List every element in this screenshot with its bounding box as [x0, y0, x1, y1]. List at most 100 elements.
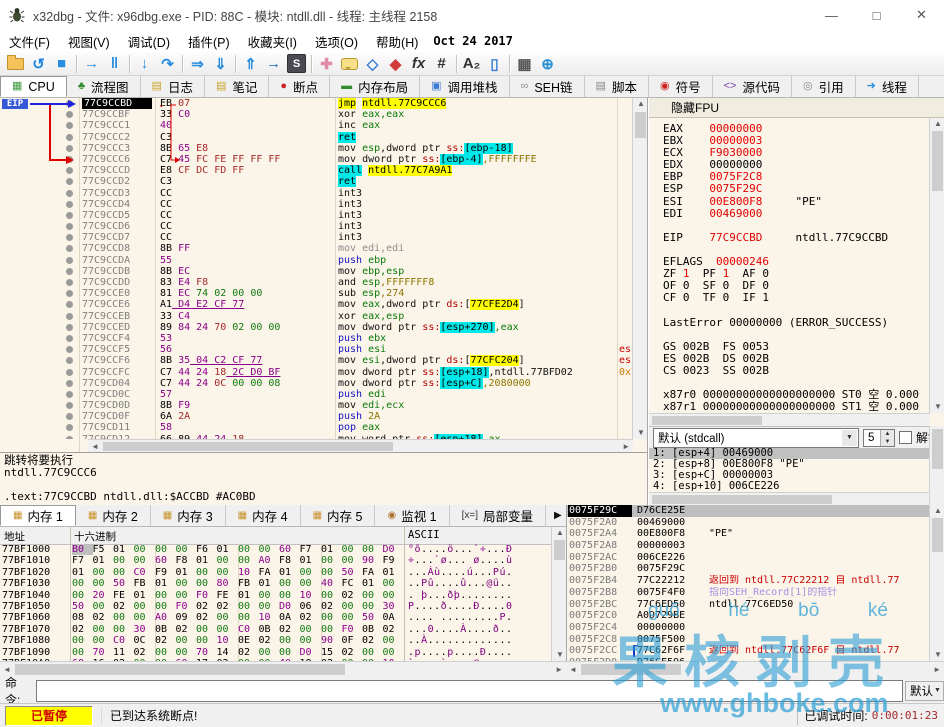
- disasm-row[interactable]: 77C9CCED89 84 24 70 02 00 00mov dword pt…: [0, 322, 632, 333]
- dump-row[interactable]: 77BF1030000050FB01000080FB01000040FC0100…: [0, 578, 551, 589]
- breakpoint-dot[interactable]: [66, 369, 73, 376]
- disassembly-rows[interactable]: 77C9CCBDEB 07jmp ntdll.77C9CCC677C9CCBF3…: [0, 98, 632, 439]
- tab-symbols[interactable]: ◉符号: [649, 76, 713, 97]
- hide-fpu-button[interactable]: 隐藏FPU: [649, 98, 944, 118]
- breakpoint-dot[interactable]: [66, 257, 73, 264]
- breakpoint-dot[interactable]: [66, 122, 73, 129]
- menu-item-5[interactable]: 收藏夹(I): [239, 30, 306, 52]
- breakpoint-dot[interactable]: [66, 436, 73, 439]
- register-list[interactable]: EAX 00000000EBX 00000003ECX F9030000EDX …: [649, 118, 929, 418]
- disasm-row[interactable]: 77C9CD04C7 44 24 0C 00 00 08mov dword pt…: [0, 378, 632, 389]
- register-line[interactable]: EIP 77C9CCBD ntdll.77C9CCBD: [663, 232, 929, 244]
- website-globe-icon[interactable]: ⊕: [536, 54, 559, 74]
- stack-row[interactable]: 0075F2BC77C6ED50ntdll.77C6ED50: [567, 599, 929, 611]
- tab-memory-dump-3[interactable]: ▦内存 3: [151, 505, 226, 526]
- execute-till-return-icon[interactable]: ⇓: [209, 54, 232, 74]
- patches-icon[interactable]: ✚: [315, 54, 338, 74]
- dump-horizontal-scrollbar[interactable]: ◄ ►: [0, 661, 566, 676]
- breakpoint-dot[interactable]: [66, 290, 73, 297]
- disasm-row[interactable]: 77C9CCF556push esiesi:: [0, 344, 632, 355]
- disasm-row[interactable]: 77C9CCC6C7 45 FC FE FF FF FFmov dword pt…: [0, 154, 632, 165]
- calling-convention-select[interactable]: 默认 (stdcall) ▼: [653, 428, 859, 448]
- stack-row[interactable]: 0075F2A400E800F8"PE": [567, 528, 929, 540]
- disasm-row[interactable]: 77C9CCD5CCint3: [0, 210, 632, 221]
- disasm-row[interactable]: 77C9CCDA55push ebp: [0, 255, 632, 266]
- maximize-button[interactable]: □: [854, 0, 899, 30]
- disasm-row[interactable]: 77C9CCDD83 E4 F8and esp,FFFFFFF8: [0, 277, 632, 288]
- breakpoint-dot[interactable]: [66, 335, 73, 342]
- breakpoint-dot[interactable]: [66, 313, 73, 320]
- disasm-row[interactable]: 77C9CCC140inc eax: [0, 120, 632, 131]
- stop-icon[interactable]: ■: [50, 54, 73, 74]
- dump-row[interactable]: 77BF1000B0F501000000F601000060F7010000D0…: [0, 544, 551, 555]
- stepper-down-icon[interactable]: ▼: [880, 438, 894, 446]
- smc-icon[interactable]: S: [285, 54, 308, 74]
- breakpoint-dot[interactable]: [66, 402, 73, 409]
- dump-vertical-scrollbar[interactable]: ▲ ▼: [551, 527, 566, 661]
- dump-row[interactable]: 77BF10900070110200007014020000D015020000…: [0, 647, 551, 658]
- step-out-icon[interactable]: ⇑: [239, 54, 262, 74]
- stack-row[interactable]: 0075F2C0A0D729BE: [567, 610, 929, 622]
- disasm-row[interactable]: 77C9CCC2C3ret: [0, 132, 632, 143]
- disasm-row[interactable]: 77C9CCD88B FFmov edi,edi: [0, 243, 632, 254]
- hash-icon[interactable]: #: [430, 54, 453, 74]
- disasm-row[interactable]: 77C9CCF68B 35 04 C2 CF 77mov esi,dword p…: [0, 355, 632, 366]
- stack-vertical-scrollbar[interactable]: ▲ ▼: [929, 505, 944, 661]
- breakpoint-dot[interactable]: [66, 301, 73, 308]
- run-icon[interactable]: →: [80, 54, 103, 74]
- register-line[interactable]: CF 0 TF 0 IF 1: [663, 292, 929, 304]
- stack-row[interactable]: 0075F2C400000000: [567, 622, 929, 634]
- breakpoint-dot[interactable]: [66, 357, 73, 364]
- disasm-row[interactable]: 77C9CD0D8B F9mov edi,ecx: [0, 400, 632, 411]
- tab-overflow-icon[interactable]: ▶: [554, 510, 942, 521]
- registers-panel[interactable]: 隐藏FPU EAX 00000000EBX 00000003ECX F90300…: [648, 98, 944, 505]
- tab-threads[interactable]: ➜线程: [856, 76, 919, 97]
- breakpoint-dot[interactable]: [66, 279, 73, 286]
- tab-memory-map[interactable]: ▬内存布局: [330, 76, 420, 97]
- disasm-row[interactable]: 77C9CCD6CCint3: [0, 221, 632, 232]
- menu-item-2[interactable]: 视图(V): [59, 30, 119, 52]
- command-input[interactable]: [36, 680, 903, 702]
- breakpoint-dot[interactable]: [66, 391, 73, 398]
- disasm-row[interactable]: 77C9CD0C57push edi: [0, 389, 632, 400]
- label-icon[interactable]: ◇: [361, 54, 384, 74]
- dump-row[interactable]: 77BF10505000020000F002020000D00602000030…: [0, 601, 551, 612]
- tab-memory-dump-5[interactable]: ▦内存 5: [301, 505, 376, 526]
- run-to-user-code-icon[interactable]: →: [262, 54, 285, 74]
- tab-references[interactable]: ◎引用: [792, 76, 856, 97]
- dump-row[interactable]: 77BF1010F701000060F8010000A0F801000090F9…: [0, 555, 551, 566]
- tab-memory-dump-2[interactable]: ▦内存 2: [76, 505, 151, 526]
- tab-memory-dump-1[interactable]: ▦内存 1: [0, 505, 76, 526]
- tab-seh-chain[interactable]: ∞SEH链: [510, 76, 585, 97]
- stack-horizontal-scrollbar[interactable]: ◄ ►: [566, 661, 944, 676]
- stepper-up-icon[interactable]: ▲: [880, 430, 894, 438]
- disasm-vertical-scrollbar[interactable]: ▲ ▼: [632, 98, 647, 439]
- stack-row[interactable]: 0075F2B477C22212返回到 ntdll.77C22212 自 ntd…: [567, 575, 929, 587]
- breakpoint-dot[interactable]: [66, 111, 73, 118]
- menu-item-6[interactable]: 选项(O): [306, 30, 367, 52]
- menu-item-3[interactable]: 调试(D): [119, 30, 179, 52]
- register-line[interactable]: EDI 00469000: [663, 208, 929, 220]
- breakpoint-dot[interactable]: [66, 268, 73, 275]
- restart-icon[interactable]: ↺: [27, 54, 50, 74]
- breakpoint-dot[interactable]: [66, 234, 73, 241]
- bookmark-icon[interactable]: ◆: [384, 54, 407, 74]
- tab-notes[interactable]: ▤笔记: [205, 76, 269, 97]
- disasm-row[interactable]: 77C9CCD3CCint3: [0, 188, 632, 199]
- breakpoint-dot[interactable]: [66, 245, 73, 252]
- disasm-row[interactable]: 77C9CCD4CCint3: [0, 199, 632, 210]
- menu-item-1[interactable]: 文件(F): [0, 30, 59, 52]
- topmost-icon[interactable]: ▯: [483, 54, 506, 74]
- stack-row[interactable]: 0075F2AC006CE226: [567, 552, 929, 564]
- stack-row[interactable]: 0075F2B80075F4F0指向SEH_Record[1]的指针: [567, 587, 929, 599]
- registers-horizontal-scrollbar[interactable]: [649, 413, 930, 426]
- unlock-checkbox[interactable]: [899, 431, 912, 444]
- run-to-cursor-icon[interactable]: ⇒: [186, 54, 209, 74]
- breakpoint-dot[interactable]: [66, 223, 73, 230]
- breakpoint-dot[interactable]: [66, 178, 73, 185]
- disasm-horizontal-scrollbar[interactable]: ◄ ►: [88, 439, 633, 452]
- stack-panel[interactable]: 0075F29CD76CE25E0075F2A0004690000075F2A4…: [566, 505, 944, 661]
- open-file-icon[interactable]: [4, 54, 27, 74]
- tab-watch[interactable]: ◉监视 1: [375, 505, 449, 526]
- breakpoint-dot[interactable]: [66, 212, 73, 219]
